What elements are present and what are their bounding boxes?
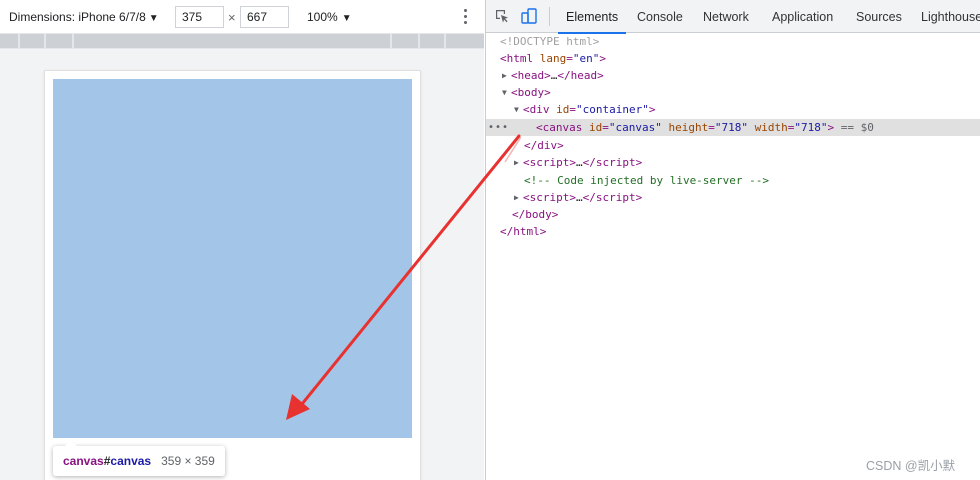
tab-lighthouse[interactable]: Lighthouse — [921, 0, 980, 33]
canvas-height-attr: height — [668, 121, 709, 134]
script-tag-name: script — [529, 191, 570, 204]
head-ellipsis: … — [550, 69, 558, 82]
tooltip-id: canvas — [110, 454, 152, 468]
expand-triangle-icon[interactable]: ▶ — [502, 67, 511, 84]
zoom-dropdown[interactable]: 100% ▼ — [307, 10, 352, 24]
dom-node-doctype[interactable]: <!DOCTYPE html> — [486, 33, 980, 50]
width-input[interactable] — [175, 6, 224, 28]
devtools-tab-bar: Elements Console Network Application Sou… — [486, 0, 980, 34]
div-tag-name: div — [529, 103, 550, 116]
selected-node-ref: == $0 — [840, 121, 874, 134]
script-ellipsis: … — [576, 191, 583, 204]
head-tag-name: head — [517, 69, 545, 82]
toolbar-divider — [549, 7, 550, 26]
dom-node-div-close[interactable]: </div> — [486, 137, 980, 154]
caret-down-icon: ▼ — [148, 13, 159, 24]
canvas-width-value: "718" — [794, 121, 828, 134]
script-close-name: script — [595, 156, 636, 169]
node-actions-icon[interactable]: ••• — [488, 119, 509, 136]
more-options-icon[interactable] — [460, 8, 470, 26]
dom-node-div-container[interactable]: ▼ <div id="container"> — [486, 101, 980, 118]
dom-node-body-close[interactable]: </body> — [486, 206, 980, 223]
elements-dom-tree: <!DOCTYPE html> <html lang="en"> ▶ <head>… — [486, 33, 980, 480]
zoom-label: 100% — [307, 10, 338, 24]
div-close-name: div — [537, 139, 558, 152]
devtools-panel: Elements Console Network Application Sou… — [485, 0, 980, 480]
tab-console[interactable]: Console — [637, 0, 683, 33]
ruler-segment[interactable] — [446, 34, 484, 48]
dimensions-label: Dimensions: iPhone 6/7/8 — [9, 10, 146, 24]
collapse-triangle-icon[interactable]: ▼ — [502, 84, 511, 101]
collapse-triangle-icon[interactable]: ▼ — [514, 101, 523, 118]
tooltip-hash: # — [103, 454, 111, 468]
height-input[interactable] — [240, 6, 289, 28]
dom-node-script[interactable]: ▶ <script>…</script> — [486, 154, 980, 171]
div-id-attr: id — [556, 103, 570, 116]
dom-node-html-close[interactable]: </html> — [486, 223, 980, 240]
tooltip-tag: canvas — [63, 454, 104, 468]
times-sign: × — [228, 10, 236, 25]
canvas-id-attr: id — [589, 121, 603, 134]
tab-sources[interactable]: Sources — [856, 0, 902, 33]
dom-node-script[interactable]: ▶ <script>…</script> — [486, 189, 980, 206]
html-tag-name: html — [506, 52, 534, 65]
html-close-name: html — [513, 225, 540, 238]
head-close-name: head — [570, 69, 598, 82]
body-tag-name: body — [517, 86, 545, 99]
canvas-id-value: "canvas" — [608, 121, 662, 134]
dom-node-html[interactable]: <html lang="en"> — [486, 50, 980, 67]
canvas-tag-name: canvas — [542, 121, 583, 134]
ruler-segment[interactable] — [74, 34, 390, 48]
device-toolbar: Dimensions: iPhone 6/7/8▼ × 100%▼ — [0, 0, 484, 33]
ruler-segment[interactable] — [20, 34, 44, 48]
element-inspect-tooltip: canvas # canvas 359 × 359 — [53, 440, 225, 476]
html-lang-value: "en" — [572, 52, 600, 65]
inspect-element-icon[interactable] — [494, 8, 510, 24]
dimensions-dropdown[interactable]: Dimensions: iPhone 6/7/8 ▼ — [9, 10, 159, 24]
ruler-segment[interactable] — [0, 34, 18, 48]
ruler-segment[interactable] — [420, 34, 444, 48]
tab-elements[interactable]: Elements — [557, 0, 627, 34]
div-id-value: "container" — [576, 103, 649, 116]
canvas-height-value: "718" — [714, 121, 748, 134]
dom-node-head[interactable]: ▶ <head>…</head> — [486, 67, 980, 84]
body-close-name: body — [525, 208, 552, 221]
media-query-ruler[interactable] — [0, 33, 484, 49]
dom-node-body[interactable]: ▼ <body> — [486, 84, 980, 101]
html-lang-attr: lang — [539, 52, 567, 65]
dom-node-canvas-selected[interactable]: ••• <canvas id="canvas" height="718" wid… — [486, 119, 980, 136]
expand-triangle-icon[interactable]: ▶ — [514, 189, 523, 206]
expand-triangle-icon[interactable]: ▶ — [514, 154, 523, 171]
device-toolbar-toggle-icon[interactable] — [521, 8, 537, 24]
script-ellipsis: … — [576, 156, 583, 169]
script-tag-name: script — [529, 156, 570, 169]
script-close-name: script — [595, 191, 636, 204]
canvas-element-highlight[interactable] — [53, 79, 412, 438]
live-server-comment: <!-- Code injected by live-server --> — [524, 174, 770, 187]
ruler-segment[interactable] — [392, 34, 418, 48]
ruler-segment[interactable] — [46, 34, 72, 48]
tab-application[interactable]: Application — [772, 0, 833, 33]
tab-network[interactable]: Network — [703, 0, 749, 33]
doctype-text: <!DOCTYPE html> — [500, 35, 600, 48]
dom-node-comment[interactable]: <!-- Code injected by live-server --> — [486, 172, 980, 189]
csdn-watermark: CSDN @凯小默 — [866, 459, 956, 473]
canvas-width-attr: width — [754, 121, 788, 134]
tooltip-size: 359 × 359 — [161, 454, 215, 468]
caret-down-icon: ▼ — [341, 13, 352, 24]
